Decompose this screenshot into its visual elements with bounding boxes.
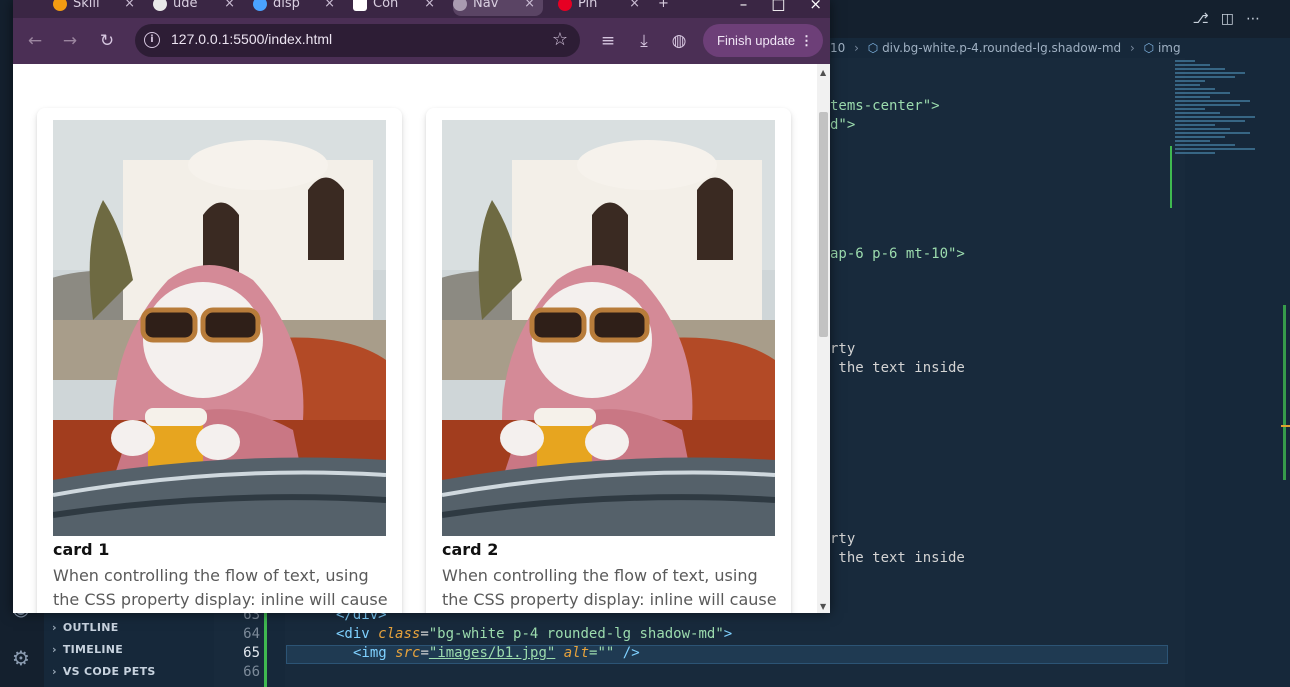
scrollbar-thumb[interactable]: [819, 112, 828, 337]
forward-arrow-icon[interactable]: →: [60, 31, 80, 51]
vscode-title-actions: ⎇ ◫ ⋯: [1193, 11, 1260, 27]
source-control-icon[interactable]: ⎇: [1193, 11, 1209, 27]
chevron-right-icon: ›: [1130, 41, 1135, 55]
card: card 2 When controlling the flow of text…: [426, 108, 791, 613]
scrollbar-marker: [1281, 425, 1290, 427]
cube-icon: ⬡: [867, 41, 879, 55]
code-fragment: rty: [830, 341, 856, 357]
section-label: OUTLINE: [62, 621, 119, 634]
chevron-right-icon: ›: [52, 621, 57, 634]
firefox-icon: [53, 0, 67, 11]
section-label: TIMELINE: [62, 643, 124, 656]
url-text[interactable]: 127.0.0.1:5500/index.html: [171, 31, 332, 47]
sidebar-section-timeline[interactable]: › TIMELINE: [52, 643, 123, 656]
card-description: When controlling the flow of text, using…: [53, 566, 388, 609]
code-fragment: rty: [830, 531, 856, 547]
globe-icon: [453, 0, 467, 11]
card-image: [442, 120, 775, 536]
close-window-icon[interactable]: ×: [809, 0, 822, 13]
address-bar[interactable]: i 127.0.0.1:5500/index.html ☆: [135, 24, 580, 57]
split-editor-icon[interactable]: ◫: [1221, 11, 1234, 27]
pinterest-icon: [558, 0, 572, 11]
card-title: card 2: [442, 540, 499, 559]
site-icon: [253, 0, 267, 11]
code-fragment: tems-center">: [830, 98, 940, 114]
cube-icon: ⬡: [1143, 41, 1155, 55]
tab-con[interactable]: Con ×: [353, 0, 443, 16]
git-change-indicator: [264, 603, 267, 687]
tab-nav[interactable]: Nav ×: [453, 0, 543, 16]
cat-in-car-photo: [53, 120, 386, 536]
code-fragment: ap-6 p-6 mt-10">: [830, 246, 965, 262]
code-fragment: the text inside: [830, 550, 965, 566]
sidebar-section-outline[interactable]: › OUTLINE: [52, 621, 119, 634]
finish-update-label: Finish update: [717, 33, 796, 48]
profile-avatar-icon[interactable]: ◍: [669, 31, 689, 51]
code-fragment: d">: [830, 117, 856, 133]
minimap-change-indicator: [1170, 146, 1172, 208]
tab-ude[interactable]: ude ×: [153, 0, 243, 16]
tab-skill[interactable]: Skill ×: [53, 0, 143, 16]
close-icon[interactable]: ×: [524, 0, 535, 16]
breadcrumb-item[interactable]: img: [1158, 41, 1181, 55]
line-number: 65: [243, 645, 260, 661]
chevron-right-icon: ›: [854, 41, 859, 55]
finish-update-button[interactable]: Finish update ⋮: [703, 24, 823, 57]
close-icon[interactable]: ×: [629, 0, 640, 16]
gear-icon[interactable]: ⚙: [8, 645, 34, 671]
close-icon[interactable]: ×: [424, 0, 435, 16]
scroll-up-arrow-icon[interactable]: ▲: [820, 68, 826, 77]
tab-pin[interactable]: Pin ×: [558, 0, 648, 16]
cat-in-car-photo: [442, 120, 775, 536]
bookmark-star-icon[interactable]: ☆: [552, 29, 568, 50]
editor-scrollbar[interactable]: [1283, 305, 1286, 480]
reload-icon[interactable]: ↻: [97, 31, 117, 51]
tab-disp[interactable]: disp ×: [253, 0, 343, 16]
tab-strip: Skill × ude × disp × Con × Nav × Pin × + – □ ×: [13, 0, 830, 18]
chevron-right-icon: ›: [52, 665, 57, 678]
close-icon[interactable]: ×: [124, 0, 135, 16]
maximize-icon[interactable]: □: [771, 0, 785, 13]
back-arrow-icon[interactable]: ←: [25, 31, 45, 51]
card-description: When controlling the flow of text, using…: [442, 566, 777, 609]
kebab-menu-icon[interactable]: ⋮: [800, 24, 813, 57]
site-info-icon[interactable]: i: [144, 32, 160, 48]
close-icon[interactable]: ×: [224, 0, 235, 16]
breadcrumb-item[interactable]: div.bg-white.p-4.rounded-lg.shadow-md: [882, 41, 1121, 55]
more-actions-icon[interactable]: ⋯: [1246, 11, 1260, 27]
line-number: 64: [243, 626, 260, 642]
code-line-65: <img src="images/b1.jpg" alt="" />: [353, 645, 640, 661]
breadcrumb-item[interactable]: 10: [830, 41, 845, 55]
download-icon[interactable]: ⤓: [634, 31, 654, 51]
browser-toolbar: ← → ↻ i 127.0.0.1:5500/index.html ☆ ≡ ⤓ …: [13, 18, 830, 64]
page-viewport: card 1 When controlling the flow of text…: [13, 64, 830, 613]
minimize-icon[interactable]: –: [740, 0, 748, 13]
page-scrollbar[interactable]: ▲ ▼: [817, 64, 830, 613]
new-tab-button[interactable]: +: [658, 0, 678, 16]
code-fragment: the text inside: [830, 360, 965, 376]
card-image: [53, 120, 386, 536]
line-number: 66: [243, 664, 260, 680]
close-icon[interactable]: ×: [324, 0, 335, 16]
code-line-64: <div class="bg-white p-4 rounded-lg shad…: [336, 626, 733, 642]
scroll-down-arrow-icon[interactable]: ▼: [820, 602, 826, 611]
minimap[interactable]: [1175, 58, 1265, 218]
reading-list-icon[interactable]: ≡: [598, 31, 618, 51]
section-label: VS CODE PETS: [62, 665, 156, 678]
card: card 1 When controlling the flow of text…: [37, 108, 402, 613]
line-number-gutter: 63 64 65 66: [214, 600, 264, 687]
site-icon: [353, 0, 367, 11]
chevron-right-icon: ›: [52, 643, 57, 656]
github-icon: [153, 0, 167, 11]
browser-window: Skill × ude × disp × Con × Nav × Pin × + – □ ×…: [13, 0, 830, 613]
sidebar-section-vscode-pets[interactable]: › VS CODE PETS: [52, 665, 156, 678]
card-title: card 1: [53, 540, 110, 559]
window-controls: – □ ×: [740, 0, 822, 13]
breadcrumb: 10 › ⬡ div.bg-white.p-4.rounded-lg.shado…: [830, 38, 1181, 58]
